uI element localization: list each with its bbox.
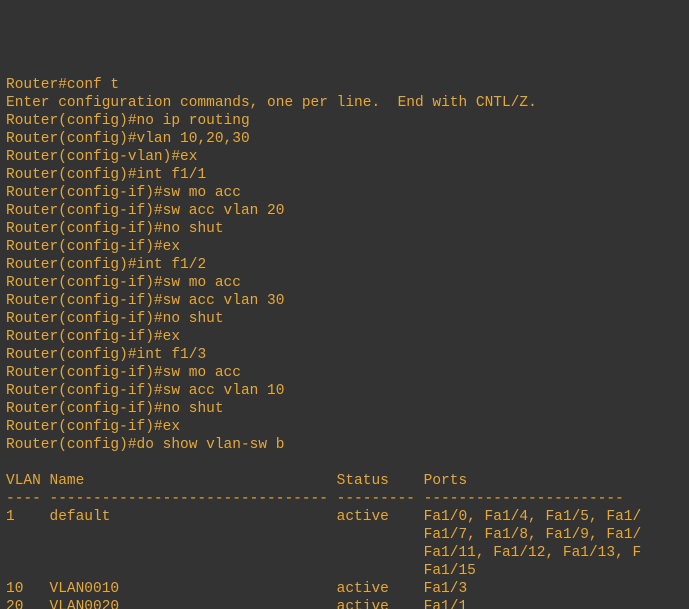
terminal-prompt: Router(config-if)# [6,401,163,417]
terminal-command: no ip routing [137,113,250,129]
terminal-line: Router(config)#int f1/3 [6,346,683,364]
table-row: Fa1/11, Fa1/12, Fa1/13, F [6,544,683,562]
terminal-line: Router(config)#no ip routing [6,112,683,130]
terminal-command: no shut [163,221,224,237]
table-row: Fa1/15 [6,562,683,580]
terminal-line: Router(config-if)#ex [6,328,683,346]
terminal-prompt: Router(config)# [6,347,137,363]
terminal-prompt: Router(config-if)# [6,293,163,309]
terminal-output[interactable]: Router#conf tEnter configuration command… [6,76,683,609]
cell-ports: Fa1/11, Fa1/12, Fa1/13, F [424,544,642,562]
col-status-header: Status [337,472,424,490]
terminal-line: Router(config-if)#sw mo acc [6,274,683,292]
terminal-line: Router(config-if)#sw acc vlan 30 [6,292,683,310]
sep: -------------------------------- [50,490,337,508]
terminal-command: do show vlan-sw b [137,437,285,453]
table-row: 20VLAN0020activeFa1/1 [6,598,683,609]
cell-status: active [337,598,424,609]
terminal-line: Router(config-if)#ex [6,418,683,436]
cell-ports: Fa1/1 [424,598,468,609]
terminal-prompt: Router(config-if)# [6,221,163,237]
terminal-prompt: Router(config-vlan)# [6,149,180,165]
terminal-line: Router(config-if)#sw acc vlan 20 [6,202,683,220]
terminal-prompt: Router# [6,77,67,93]
col-ports-header: Ports [424,472,468,490]
cell-vlan: 1 [6,508,50,526]
table-row: 10VLAN0010activeFa1/3 [6,580,683,598]
terminal-line: Enter configuration commands, one per li… [6,94,683,112]
terminal-prompt: Router(config)# [6,131,137,147]
sep: ----------------------- [424,490,624,508]
sep: --------- [337,490,424,508]
cell-ports: Fa1/3 [424,580,468,598]
blank-line [6,454,683,472]
terminal-line: Router#conf t [6,76,683,94]
terminal-prompt: Router(config-if)# [6,239,163,255]
cell-status: active [337,508,424,526]
terminal-command: int f1/3 [137,347,207,363]
terminal-command: ex [163,239,180,255]
terminal-line: Router(config-vlan)#ex [6,148,683,166]
cell-vlan: 10 [6,580,50,598]
cell-status: active [337,580,424,598]
terminal-command: vlan 10,20,30 [137,131,250,147]
cell-ports: Fa1/7, Fa1/8, Fa1/9, Fa1/ [424,526,642,544]
terminal-message: Enter configuration commands, one per li… [6,95,537,111]
terminal-prompt: Router(config-if)# [6,203,163,219]
terminal-command: sw acc vlan 10 [163,383,285,399]
terminal-command: sw acc vlan 20 [163,203,285,219]
terminal-line: Router(config)#int f1/1 [6,166,683,184]
terminal-line: Router(config-if)#sw mo acc [6,364,683,382]
cell-ports: Fa1/0, Fa1/4, Fa1/5, Fa1/ [424,508,642,526]
terminal-command: ex [180,149,197,165]
cell-name: default [50,508,337,526]
terminal-command: conf t [67,77,119,93]
terminal-line: Router(config-if)#sw acc vlan 10 [6,382,683,400]
terminal-prompt: Router(config-if)# [6,185,163,201]
terminal-prompt: Router(config)# [6,257,137,273]
terminal-line: Router(config-if)#sw mo acc [6,184,683,202]
terminal-line: Router(config-if)#no shut [6,310,683,328]
terminal-line: Router(config)#int f1/2 [6,256,683,274]
table-row: Fa1/7, Fa1/8, Fa1/9, Fa1/ [6,526,683,544]
terminal-prompt: Router(config)# [6,437,137,453]
terminal-command: int f1/2 [137,257,207,273]
terminal-prompt: Router(config-if)# [6,419,163,435]
terminal-prompt: Router(config-if)# [6,329,163,345]
terminal-line: Router(config)#do show vlan-sw b [6,436,683,454]
cell-ports: Fa1/15 [424,562,476,580]
vlan-table-separator: ----------------------------------------… [6,490,683,508]
terminal-command: sw acc vlan 30 [163,293,285,309]
col-name-header: Name [50,472,337,490]
terminal-prompt: Router(config-if)# [6,383,163,399]
table-row: 1defaultactiveFa1/0, Fa1/4, Fa1/5, Fa1/ [6,508,683,526]
terminal-command: no shut [163,401,224,417]
cell-name: VLAN0010 [50,580,337,598]
terminal-command: int f1/1 [137,167,207,183]
terminal-line: Router(config-if)#no shut [6,220,683,238]
cell-vlan: 20 [6,598,50,609]
terminal-command: no shut [163,311,224,327]
vlan-table-header: VLANNameStatusPorts [6,472,683,490]
terminal-prompt: Router(config)# [6,167,137,183]
terminal-prompt: Router(config-if)# [6,311,163,327]
terminal-prompt: Router(config-if)# [6,365,163,381]
terminal-command: ex [163,419,180,435]
terminal-prompt: Router(config)# [6,113,137,129]
terminal-line: Router(config)#vlan 10,20,30 [6,130,683,148]
terminal-command: sw mo acc [163,275,241,291]
sep: ---- [6,490,50,508]
terminal-prompt: Router(config-if)# [6,275,163,291]
col-vlan-header: VLAN [6,472,50,490]
terminal-command: ex [163,329,180,345]
terminal-command: sw mo acc [163,365,241,381]
cell-name: VLAN0020 [50,598,337,609]
terminal-line: Router(config-if)#ex [6,238,683,256]
terminal-command: sw mo acc [163,185,241,201]
terminal-line: Router(config-if)#no shut [6,400,683,418]
